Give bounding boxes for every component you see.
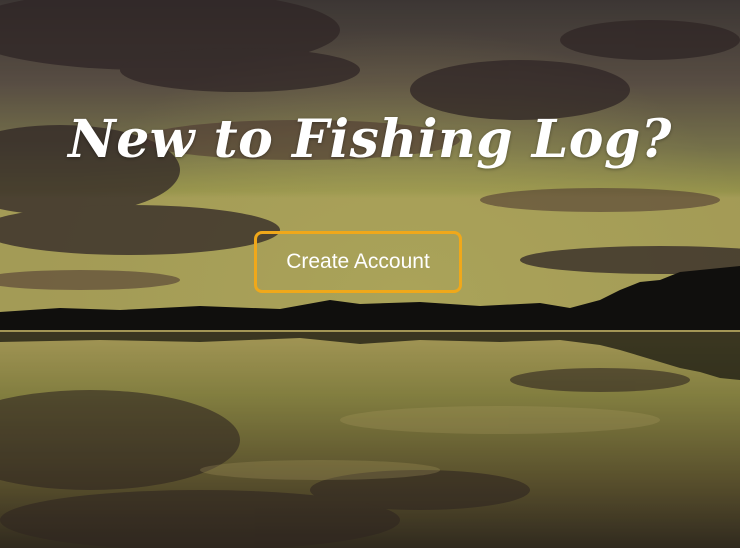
hero-section: New to Fishing Log? Create Account (0, 0, 740, 548)
hero-content: New to Fishing Log? Create Account (0, 0, 740, 548)
hero-headline: New to Fishing Log? (68, 109, 672, 170)
create-account-button[interactable]: Create Account (254, 231, 462, 293)
